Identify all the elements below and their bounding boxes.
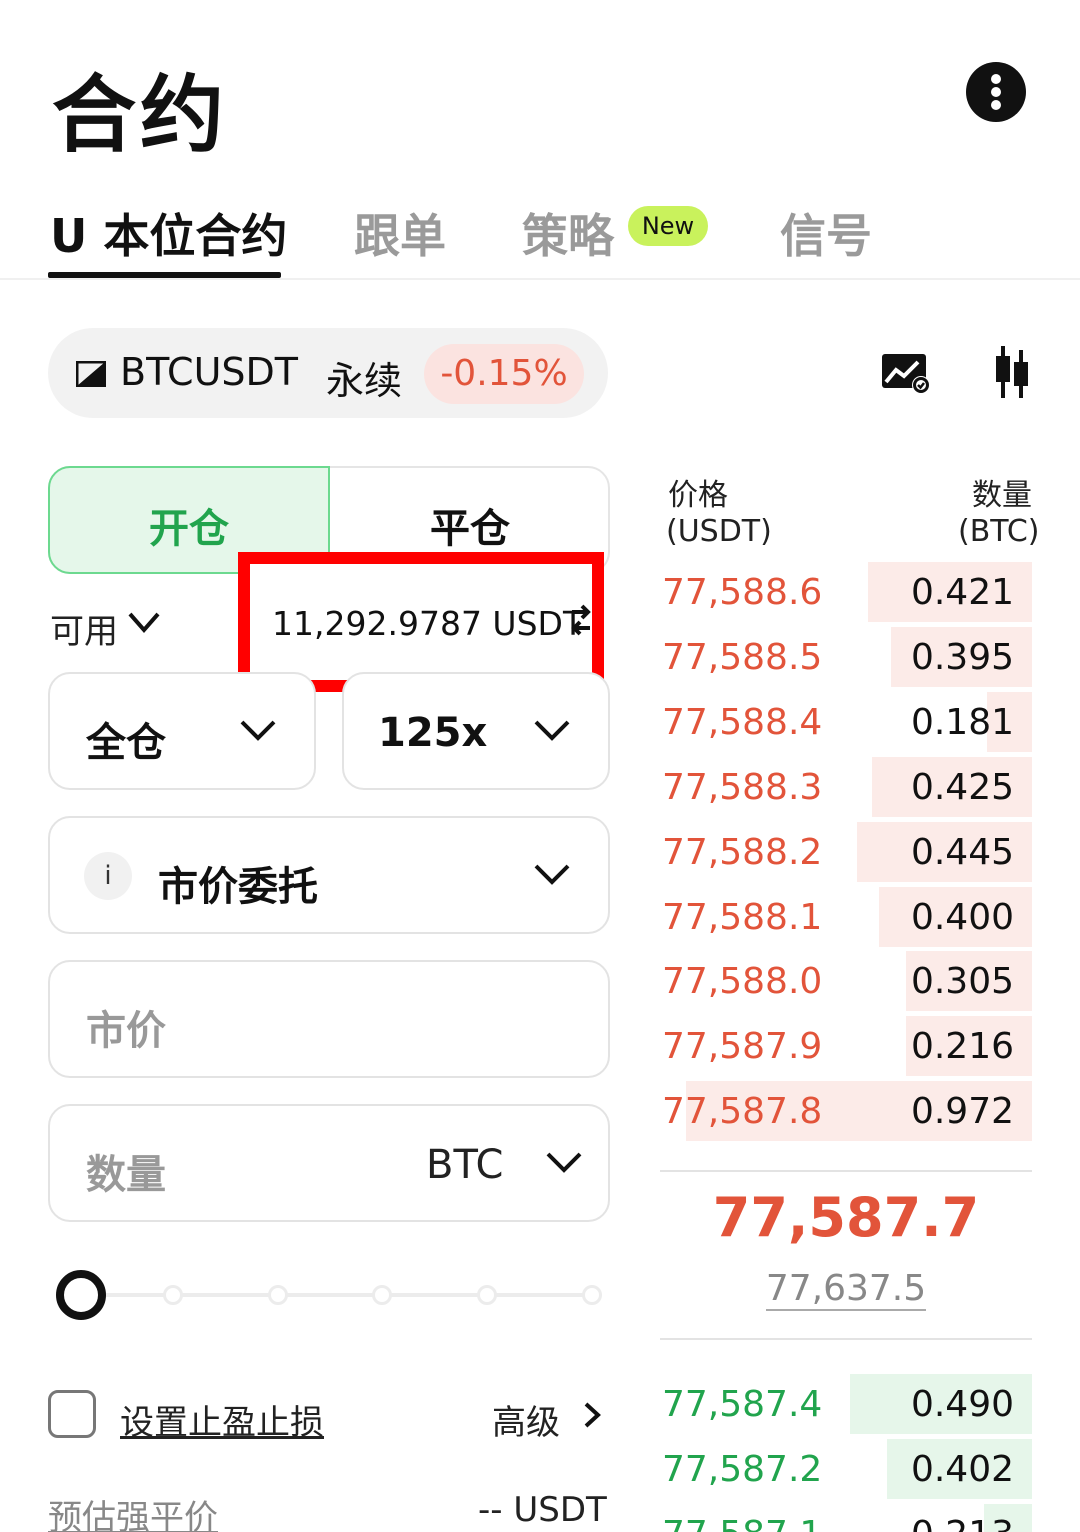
chevron-down-icon[interactable] [544, 1150, 584, 1176]
liquidation-price-label[interactable]: 预估强平价 [48, 1490, 218, 1532]
ask-row[interactable]: 77,588.1 0.400 [660, 886, 1032, 947]
ask-row[interactable]: 77,587.9 0.216 [660, 1016, 1032, 1077]
ask-qty: 0.972 [910, 1091, 1014, 1133]
bid-qty: 0.213 [911, 1514, 1014, 1532]
ask-qty: 0.305 [910, 961, 1014, 1003]
ask-row[interactable]: 77,588.0 0.305 [660, 951, 1032, 1012]
quantity-placeholder: 数量 [86, 1152, 166, 1198]
page-title: 合约 [52, 66, 229, 164]
ob-divider-bottom [660, 1338, 1032, 1340]
ask-qty: 0.395 [910, 636, 1014, 678]
ob-qty-header: 数量 [972, 478, 1032, 513]
futures-icon [76, 361, 106, 387]
price-change-badge: -0.15% [424, 344, 584, 404]
ask-price: 77,588.4 [662, 701, 823, 743]
ask-qty: 0.216 [910, 1026, 1014, 1068]
info-icon[interactable]: i [84, 852, 132, 900]
bid-qty: 0.490 [910, 1384, 1014, 1425]
tab-divider [0, 278, 1080, 280]
advanced-button[interactable]: 高级 [492, 1395, 560, 1444]
new-badge: New [628, 206, 708, 246]
bid-price: 77,587.2 [662, 1449, 823, 1490]
transfer-icon[interactable] [568, 604, 594, 636]
margin-mode-value: 全仓 [86, 720, 166, 766]
chevron-down-icon [240, 720, 276, 741]
ask-row[interactable]: 77,588.3 0.425 [660, 756, 1032, 817]
order-type-dropdown[interactable] [48, 816, 610, 934]
bid-row[interactable]: 77,587.1 0.213 [660, 1504, 1032, 1532]
slider-node-max[interactable] [582, 1285, 602, 1305]
leverage-value: 125x [378, 710, 488, 756]
ask-price: 77,588.3 [662, 766, 823, 808]
liquidation-price-value: -- USDT [478, 1490, 607, 1530]
chart-alert-icon[interactable] [880, 352, 932, 394]
ask-price: 77,588.5 [662, 636, 823, 678]
chevron-down-icon[interactable] [124, 608, 164, 638]
slider-node-75[interactable] [372, 1285, 392, 1305]
bid-row[interactable]: 77,587.4 0.490 [660, 1374, 1032, 1434]
ask-qty: 0.400 [910, 896, 1014, 938]
last-price[interactable]: 77,587.7 [660, 1186, 1032, 1249]
bid-qty: 0.402 [910, 1449, 1014, 1490]
ask-row[interactable]: 77,588.5 0.395 [660, 626, 1032, 687]
ask-row[interactable]: 77,588.6 0.421 [660, 562, 1032, 622]
slider-node-100[interactable] [477, 1285, 497, 1305]
ask-row[interactable]: 77,588.4 0.181 [660, 691, 1032, 752]
ask-row[interactable]: 77,588.2 0.445 [660, 821, 1032, 882]
ob-qty-unit: (BTC) [958, 514, 1040, 549]
ask-price: 77,588.0 [662, 961, 823, 1003]
ask-price: 77,588.1 [662, 896, 823, 938]
ask-price: 77,588.2 [662, 831, 823, 873]
tab-signals[interactable]: 信号 [780, 200, 872, 266]
contract-type: 永续 [326, 359, 403, 403]
open-position-label: 开仓 [149, 506, 229, 552]
tpsl-checkbox[interactable] [48, 1390, 96, 1438]
ask-price: 77,588.6 [662, 572, 823, 613]
ask-row[interactable]: 77,587.8 0.972 [660, 1081, 1032, 1142]
ask-qty: 0.445 [910, 831, 1014, 873]
ob-price-header: 价格 [668, 478, 728, 513]
tab-strategy[interactable]: 策略 [522, 200, 614, 266]
slider-node-50[interactable] [268, 1285, 288, 1305]
slider-handle[interactable] [56, 1270, 106, 1320]
available-label[interactable]: 可用 [50, 604, 118, 653]
percent-slider-track[interactable] [80, 1293, 592, 1297]
mark-price-value: 77,637.5 [765, 1268, 927, 1311]
more-options-icon[interactable] [966, 62, 1026, 122]
chevron-down-icon [534, 864, 570, 885]
ob-price-unit: (USDT) [666, 514, 772, 549]
ask-price: 77,587.8 [662, 1091, 823, 1133]
ask-qty: 0.421 [910, 572, 1014, 613]
tab-copy-trading[interactable]: 跟单 [354, 200, 446, 266]
bid-price: 77,587.4 [662, 1384, 823, 1425]
quantity-unit-selector[interactable]: BTC [426, 1142, 503, 1188]
tpsl-label[interactable]: 设置止盈止损 [120, 1395, 324, 1444]
close-position-tab[interactable]: 平仓 [330, 496, 610, 554]
ob-divider-top [660, 1170, 1032, 1172]
slider-node-25[interactable] [163, 1285, 183, 1305]
bid-row[interactable]: 77,587.2 0.402 [660, 1439, 1032, 1499]
mark-price[interactable]: 77,637.5 [660, 1268, 1032, 1311]
tab-usdt-futures[interactable]: U 本位合约 [50, 200, 287, 266]
available-balance: 11,292.9787 USDT [272, 604, 584, 643]
ask-qty: 0.181 [910, 701, 1014, 743]
price-placeholder: 市价 [86, 1008, 166, 1054]
symbol-name: BTCUSDT [120, 350, 298, 394]
ask-qty: 0.425 [910, 766, 1014, 808]
bid-price: 77,587.1 [662, 1514, 822, 1532]
order-type-value: 市价委托 [158, 864, 318, 910]
candlestick-icon[interactable] [992, 346, 1030, 398]
chevron-right-icon[interactable] [582, 1400, 602, 1430]
ask-price: 77,587.9 [662, 1026, 823, 1068]
chevron-down-icon [534, 720, 570, 741]
